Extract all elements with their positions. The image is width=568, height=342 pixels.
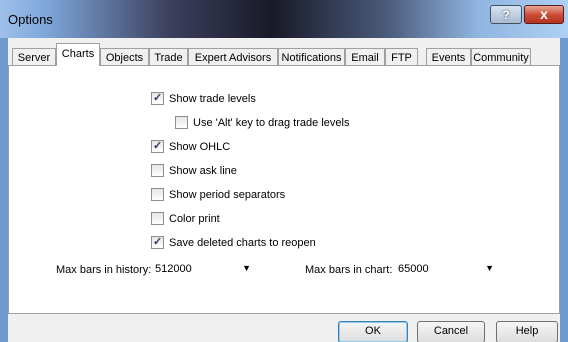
checkbox-label: Show ask line <box>169 165 237 177</box>
dropdown-arrow-icon[interactable]: ▼ <box>485 263 494 273</box>
cancel-button[interactable]: Cancel <box>417 321 485 342</box>
max-bars-history-label: Max bars in history: <box>56 264 152 276</box>
max-bars-chart-label: Max bars in chart: <box>305 264 393 276</box>
checkmark-icon: ✓ <box>153 140 163 152</box>
checkmark-icon: ✓ <box>153 236 163 248</box>
checkbox-box[interactable] <box>151 212 164 225</box>
checkbox-box[interactable]: ✓ <box>151 236 164 249</box>
checkmark-icon: ✓ <box>153 92 163 104</box>
options-dialog: Options ? x Server Charts Objects Trade … <box>0 0 568 342</box>
close-button[interactable]: x <box>524 5 564 24</box>
dialog-body: Server Charts Objects Trade Expert Advis… <box>8 38 560 342</box>
max-bars-chart-value: 65000 <box>398 263 429 275</box>
dropdown-arrow-icon[interactable]: ▼ <box>242 263 251 273</box>
checkbox-box[interactable] <box>151 164 164 177</box>
help-button[interactable]: Help <box>496 321 558 342</box>
max-bars-history-value: 512000 <box>155 263 192 275</box>
help-title-button[interactable]: ? <box>490 5 522 24</box>
checkbox-box[interactable] <box>175 116 188 129</box>
checkbox-label: Use 'Alt' key to drag trade levels <box>193 117 350 129</box>
ok-button[interactable]: OK <box>338 321 408 342</box>
checkbox-label: Show OHLC <box>169 141 231 153</box>
checkbox-label: Color print <box>169 213 220 225</box>
title-bar[interactable]: Options ? x <box>0 0 568 38</box>
max-bars-history-combo[interactable]: 512000 ▼ <box>151 260 257 278</box>
charts-tab-panel: ✓ Show trade levels Use 'Alt' key to dra… <box>8 65 560 314</box>
checkbox-box[interactable]: ✓ <box>151 140 164 153</box>
tab-charts[interactable]: Charts <box>56 43 100 66</box>
checkbox-box[interactable]: ✓ <box>151 92 164 105</box>
checkbox-box[interactable] <box>151 188 164 201</box>
checkbox-label: Save deleted charts to reopen <box>169 237 316 249</box>
checkbox-label: Show period separators <box>169 189 286 201</box>
checkbox-label: Show trade levels <box>169 93 256 105</box>
window-title: Options <box>8 12 53 27</box>
max-bars-chart-combo[interactable]: 65000 ▼ <box>394 260 500 278</box>
